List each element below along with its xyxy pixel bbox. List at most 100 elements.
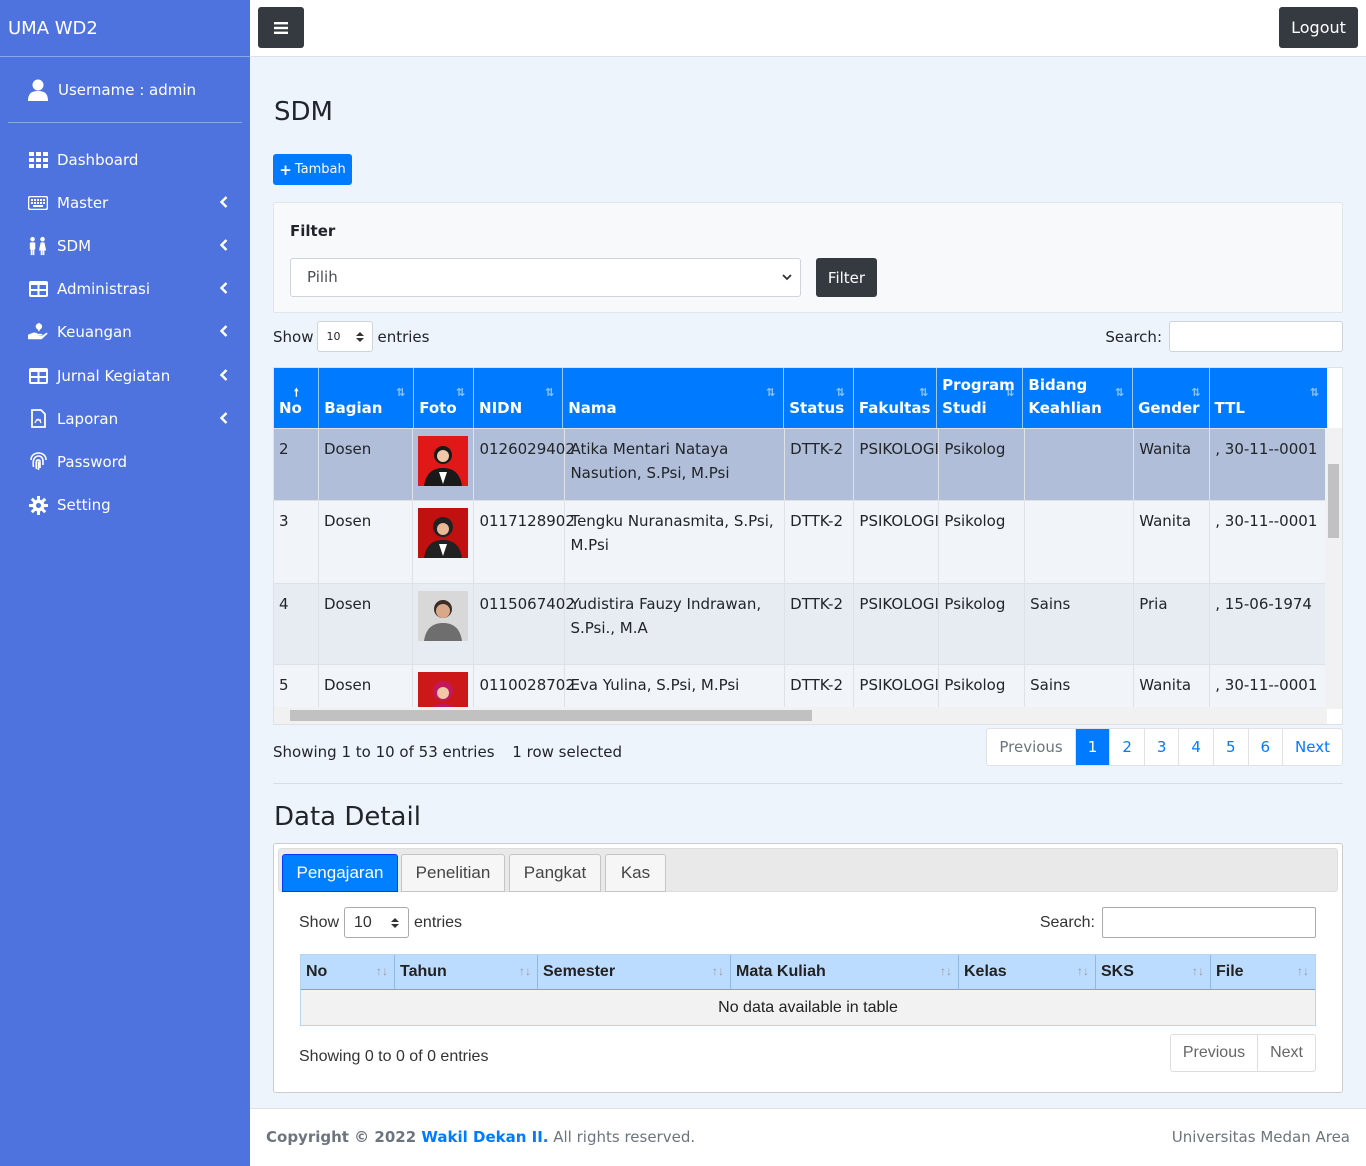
pagination-previous[interactable]: Previous bbox=[987, 729, 1074, 765]
pagination-previous[interactable]: Previous bbox=[1171, 1035, 1257, 1071]
filter-label: Filter bbox=[290, 222, 336, 240]
detail-table-info: Showing 0 to 0 of 0 entries bbox=[299, 1048, 489, 1065]
sort-icon: ⇅ bbox=[766, 386, 776, 399]
cell-bagian: Dosen bbox=[319, 501, 414, 583]
column-header-program-studi[interactable]: ⇅ Program Studi bbox=[937, 368, 1024, 428]
column-header-mata-kuliah[interactable]: Mata Kuliah ↑↓ bbox=[731, 955, 959, 989]
detail-length-value: 10 bbox=[354, 913, 372, 931]
horizontal-scrollbar[interactable] bbox=[274, 707, 1327, 724]
chevron-left-icon bbox=[219, 367, 228, 385]
brand-title[interactable]: UMA WD2 bbox=[0, 0, 250, 57]
pagination-page[interactable]: 2 bbox=[1109, 729, 1144, 765]
sidebar-item-setting[interactable]: Setting bbox=[0, 484, 250, 527]
add-button[interactable]: + Tambah bbox=[273, 154, 352, 185]
entries-length-select[interactable]: 10 bbox=[317, 321, 374, 352]
detail-panel: Pengajaran Penelitian Pangkat Kas Show 1… bbox=[273, 843, 1343, 1093]
photo-thumbnail bbox=[418, 591, 469, 641]
sidebar-item-dashboard[interactable]: Dashboard bbox=[0, 138, 250, 181]
column-header-foto[interactable]: ⇅ Foto bbox=[414, 368, 475, 428]
copyright-prefix: Copyright © 2022 bbox=[266, 1128, 422, 1146]
table-header: 🠕 No ⇅ Bagian ⇅ Foto ⇅ NIDN ⇅ Nama ⇅ Status ⇅ F… bbox=[274, 368, 1327, 428]
pagination-next[interactable]: Next bbox=[1257, 1035, 1315, 1071]
detail-search-input[interactable] bbox=[1102, 907, 1316, 938]
sidebar-item-administrasi[interactable]: Administrasi bbox=[0, 268, 250, 311]
column-header-no[interactable]: 🠕 No bbox=[274, 368, 320, 428]
sidebar-item-sdm[interactable]: SDM bbox=[0, 224, 250, 267]
column-header-status[interactable]: ⇅ Status bbox=[784, 368, 854, 428]
footer-brand-link[interactable]: Wakil Dekan II. bbox=[421, 1128, 548, 1146]
column-header-nama[interactable]: ⇅ Nama bbox=[563, 368, 785, 428]
tab-kas[interactable]: Kas bbox=[605, 854, 666, 892]
table-row[interactable]: 4 Dosen 0115067402 Yudistira Fauzy Indra… bbox=[274, 583, 1327, 664]
filter-panel: Filter Pilih Filter bbox=[273, 202, 1343, 313]
column-header-fakultas[interactable]: ⇅ Fakultas bbox=[854, 368, 938, 428]
tab-penelitian[interactable]: Penelitian bbox=[401, 854, 505, 892]
tab-pengajaran[interactable]: Pengajaran bbox=[282, 854, 398, 892]
pagination-next[interactable]: Next bbox=[1282, 729, 1342, 765]
cell-foto bbox=[413, 584, 475, 664]
cell-program-studi: Psikolog bbox=[939, 584, 1026, 664]
chevron-left-icon bbox=[219, 194, 228, 212]
sidebar-item-password[interactable]: Password bbox=[0, 440, 250, 483]
empty-table-message: No data available in table bbox=[301, 990, 1315, 1025]
sort-icon: ↑↓ bbox=[376, 964, 388, 978]
cell-ttl: , 15-06-1974 bbox=[1215, 595, 1312, 613]
pagination-page[interactable]: 4 bbox=[1178, 729, 1213, 765]
column-header-sks[interactable]: SKS ↑↓ bbox=[1096, 955, 1211, 989]
column-header-no[interactable]: No ↑↓ bbox=[301, 955, 395, 989]
detail-length-select[interactable]: 10 bbox=[344, 907, 410, 938]
sidebar-item-laporan[interactable]: Laporan bbox=[0, 397, 250, 440]
pdf-file-icon bbox=[28, 409, 48, 429]
column-header-semester[interactable]: Semester ↑↓ bbox=[538, 955, 731, 989]
photo-thumbnail bbox=[418, 508, 469, 558]
cell-fakultas: PSIKOLOGI bbox=[854, 429, 940, 500]
scrollbar-thumb[interactable] bbox=[1328, 464, 1339, 538]
column-header-bidang-keahlian[interactable]: ⇅ Bidang Keahlian bbox=[1023, 368, 1134, 428]
column-header-kelas[interactable]: Kelas ↑↓ bbox=[959, 955, 1096, 989]
chevron-left-icon bbox=[219, 237, 228, 255]
cell-fakultas: PSIKOLOGI bbox=[854, 501, 940, 583]
chevron-down-icon bbox=[782, 259, 792, 310]
pagination-page[interactable]: 6 bbox=[1247, 729, 1283, 765]
pagination-page[interactable]: 1 bbox=[1074, 729, 1110, 765]
sidebar-toggle-button[interactable] bbox=[258, 7, 304, 48]
filter-button[interactable]: Filter bbox=[816, 258, 877, 297]
sidebar-item-jurnal-kegiatan[interactable]: Jurnal Kegiatan bbox=[0, 354, 250, 397]
column-header-tahun[interactable]: Tahun ↑↓ bbox=[395, 955, 538, 989]
table-row[interactable]: 2 Dosen 0126029402 Atika Mentari Nataya … bbox=[274, 428, 1327, 500]
table-body: 2 Dosen 0126029402 Atika Mentari Nataya … bbox=[274, 428, 1327, 724]
column-header-file[interactable]: File ↑↓ bbox=[1211, 955, 1315, 989]
detail-table: No ↑↓ Tahun ↑↓ Semester ↑↓ Mata Kuliah ↑↓ Ke… bbox=[300, 954, 1316, 1026]
column-header-bagian[interactable]: ⇅ Bagian bbox=[319, 368, 415, 428]
sidebar-item-label: Laporan bbox=[57, 409, 119, 428]
table-info: Showing 1 to 10 of 53 entries 1 row sele… bbox=[273, 743, 622, 761]
pagination-page[interactable]: 5 bbox=[1212, 729, 1248, 765]
column-header-nidn[interactable]: ⇅ NIDN bbox=[474, 368, 564, 428]
sort-icon: ⇅ bbox=[544, 386, 555, 399]
sort-icon: ↑↓ bbox=[712, 964, 724, 978]
detail-pagination: Previous Next bbox=[1169, 1034, 1316, 1072]
sidebar-item-label: Password bbox=[57, 452, 128, 471]
cell-program-studi: Psikolog bbox=[939, 501, 1026, 583]
cell-status: DTTK-2 bbox=[785, 429, 855, 500]
sdm-table: 🠕 No ⇅ Bagian ⇅ Foto ⇅ NIDN ⇅ Nama ⇅ Status ⇅ F… bbox=[273, 367, 1343, 725]
pagination-page[interactable]: 3 bbox=[1143, 729, 1179, 765]
scrollbar-thumb[interactable] bbox=[290, 710, 812, 721]
table-row[interactable]: 3 Dosen 0117128902 Tengku Nuranasmita, S… bbox=[274, 500, 1327, 583]
cell-status: DTTK-2 bbox=[785, 584, 855, 664]
logout-button[interactable]: Logout bbox=[1279, 7, 1358, 48]
sidebar-item-master[interactable]: Master bbox=[0, 181, 250, 224]
column-header-gender[interactable]: ⇅ Gender bbox=[1133, 368, 1210, 428]
selected-info: 1 row selected bbox=[512, 743, 622, 761]
vertical-scrollbar[interactable] bbox=[1325, 428, 1342, 709]
hamburger-icon bbox=[274, 21, 288, 34]
cell-fakultas: PSIKOLOGI bbox=[854, 584, 940, 664]
filter-select[interactable]: Pilih bbox=[290, 258, 801, 297]
tab-pangkat[interactable]: Pangkat bbox=[509, 854, 601, 892]
column-header-ttl[interactable]: ⇅ TTL bbox=[1210, 368, 1327, 428]
sidebar-item-keuangan[interactable]: Keuangan bbox=[0, 311, 250, 354]
show-label: Show bbox=[299, 913, 340, 931]
cell-foto bbox=[413, 501, 475, 583]
search-input[interactable] bbox=[1169, 321, 1343, 352]
rights-text: All rights reserved. bbox=[548, 1128, 696, 1146]
